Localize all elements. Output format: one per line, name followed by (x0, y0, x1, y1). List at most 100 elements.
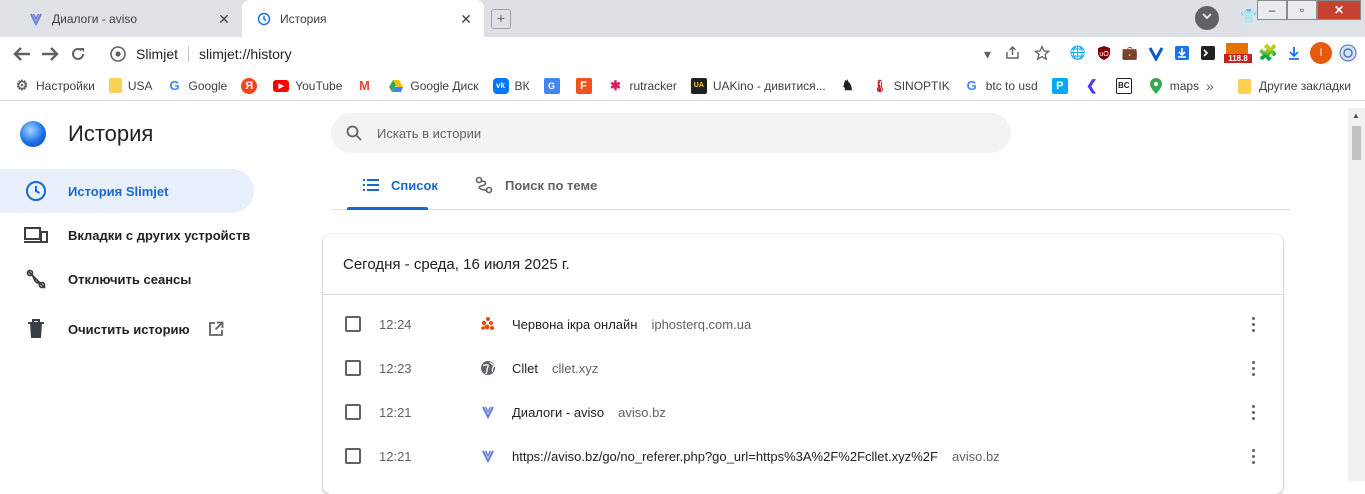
entry-checkbox[interactable] (345, 448, 361, 464)
entry-domain: aviso.bz (618, 404, 666, 420)
bookmark-btc-to-usd[interactable]: Gbtc to usd (964, 78, 1038, 94)
entry-domain: aviso.bz (951, 448, 1000, 464)
bookmark-translate[interactable]: G (543, 77, 566, 94)
close-window-button[interactable]: ✕ (1317, 0, 1361, 20)
address-bar[interactable]: Slimjet slimjet://history ▾ (100, 39, 1058, 69)
page-scrollbar[interactable]: ▲ (1348, 108, 1365, 481)
entry-link[interactable]: https://aviso.bz/go/no_referer.php?go_ur… (512, 449, 1000, 464)
search-input[interactable] (377, 125, 977, 141)
bookmark-vk[interactable]: vk ВК (492, 77, 530, 94)
reload-icon (72, 47, 84, 60)
history-entry[interactable]: 12:21 Диалоги - aviso aviso.bz (323, 390, 1283, 434)
sidebar-item-clear-history[interactable]: Очистить историю (0, 307, 254, 351)
minimize-button[interactable]: – (1257, 0, 1287, 20)
bookmark-sinoptik[interactable]: 🌡 SINOPTIK (872, 78, 950, 94)
yandex-icon: Я (241, 77, 258, 94)
entry-checkbox[interactable] (345, 404, 361, 420)
entry-link[interactable]: Диалоги - aviso aviso.bz (512, 405, 666, 420)
bookmark-rutracker[interactable]: ✱ rutracker (608, 78, 677, 94)
new-tab-button[interactable]: + (491, 9, 511, 29)
star-icon[interactable] (1033, 44, 1051, 64)
history-entry[interactable]: 12:24 Червона ікра онлайн iphosterq.com.u… (323, 302, 1283, 346)
bc-icon: BC (1115, 77, 1132, 94)
terminal-ext-icon[interactable] (1198, 43, 1218, 63)
bookmark-google-drive[interactable]: Google Диск (388, 78, 479, 94)
bookmark-maps[interactable]: maps (1148, 77, 1199, 94)
profile-avatar[interactable]: I (1310, 42, 1332, 64)
more-actions-button[interactable] (1243, 312, 1263, 336)
tab-history[interactable]: История ✕ (242, 0, 484, 37)
more-actions-button[interactable] (1243, 356, 1263, 380)
theme-shirt-icon[interactable]: 👕 (1240, 8, 1257, 25)
puzzle-icon[interactable]: 🧩 (1258, 43, 1278, 63)
close-icon[interactable]: ✕ (458, 11, 474, 27)
sidebar-item-other-devices[interactable]: Вкладки с других устройств (0, 213, 254, 257)
close-icon[interactable]: ✕ (216, 11, 232, 27)
p-icon: P (1051, 77, 1068, 94)
download-ext-icon[interactable] (1172, 43, 1192, 63)
sidebar-item-disable-journeys[interactable]: Отключить сеансы (0, 257, 254, 301)
bookmark-settings[interactable]: ⚙ Настройки (14, 77, 95, 94)
bookmark-google[interactable]: G Google (167, 78, 227, 94)
bookmark-chess[interactable]: ♞ (840, 77, 862, 94)
bookmark-arrow[interactable]: ❮ (1084, 77, 1106, 94)
tab-list[interactable]: Список (347, 161, 454, 209)
bookmark-label: YouTube (295, 78, 343, 93)
entry-title: https://aviso.bz/go/no_referer.php?go_ur… (512, 448, 938, 464)
scrollbar-thumb[interactable] (1352, 126, 1361, 160)
tab-title: Диалоги - aviso (52, 11, 138, 26)
other-bookmarks[interactable]: Другие закладки (1238, 71, 1351, 101)
forward-button[interactable] (36, 40, 64, 68)
aviso-icon (479, 447, 497, 465)
tab-label: Поиск по теме (505, 177, 598, 193)
v-ext-icon[interactable] (1146, 43, 1166, 63)
external-link-icon (208, 320, 226, 338)
entry-checkbox[interactable] (345, 316, 361, 332)
folder-icon (108, 78, 122, 93)
history-day-card: Сегодня - среда, 16 июля 2025 г. 12:24 Ч… (323, 234, 1283, 494)
bookmark-f[interactable]: F (575, 77, 598, 94)
entry-link[interactable]: Червона ікра онлайн iphosterq.com.ua (512, 317, 751, 332)
globe-ext-icon[interactable]: 🌐 (1068, 43, 1088, 63)
maximize-button[interactable]: ▫ (1287, 0, 1317, 20)
gmail-icon: M (358, 78, 370, 93)
dropdown-icon[interactable]: ▾ (984, 46, 991, 63)
bookmark-gmail[interactable]: M (356, 78, 378, 94)
more-actions-button[interactable] (1243, 400, 1263, 424)
briefcase-icon[interactable]: 💼 (1120, 43, 1140, 63)
back-button[interactable] (8, 40, 36, 68)
reload-button[interactable] (64, 40, 92, 68)
uakino-icon: UA (690, 77, 707, 94)
bookmark-uakino[interactable]: UA UAKino - дивитися... (690, 77, 826, 94)
bookmark-yandex[interactable]: Я (241, 77, 263, 94)
scroll-up-arrow-icon[interactable]: ▲ (1352, 111, 1360, 120)
thermometer-icon: 🌡 (872, 78, 888, 93)
more-actions-button[interactable] (1243, 444, 1263, 468)
history-search[interactable] (331, 113, 1011, 153)
bookmark-bc[interactable]: BC (1115, 77, 1138, 94)
ublock-icon[interactable]: uO (1094, 43, 1114, 63)
bookmark-p[interactable]: P (1051, 77, 1074, 94)
entry-link[interactable]: Cllet cllet.xyz (512, 361, 598, 376)
share-icon[interactable] (1005, 45, 1020, 63)
bookmarks-overflow-button[interactable]: » (1206, 78, 1214, 94)
bookmark-usa[interactable]: USA (108, 78, 153, 93)
entry-title: Диалоги - aviso (512, 404, 605, 420)
settings-globe-icon[interactable] (1338, 43, 1358, 63)
history-entry[interactable]: 12:21 https://aviso.bz/go/no_referer.php… (323, 434, 1283, 478)
extension-badge-text: 118.8 (1228, 54, 1248, 63)
url-text[interactable]: slimjet://history (199, 46, 292, 62)
bookmark-youtube[interactable]: ▶ YouTube (273, 79, 342, 93)
downloads-icon[interactable] (1284, 43, 1304, 63)
tab-aviso[interactable]: Диалоги - aviso ✕ (14, 0, 242, 37)
tab-journeys[interactable]: Поиск по теме (459, 161, 613, 209)
entry-checkbox[interactable] (345, 360, 361, 376)
bookmarks-bar: ⚙ Настройки USA G Google Я ▶ YouTube M Goog… (0, 71, 1365, 101)
history-entry[interactable]: 12:23 Cllet cllet.xyz (323, 346, 1283, 390)
site-name: Slimjet (136, 46, 179, 62)
tab-search-button[interactable] (1195, 6, 1219, 30)
counter-badge-icon[interactable]: 118.8 (1224, 43, 1252, 63)
sidebar-item-history[interactable]: История Slimjet (0, 169, 254, 213)
tab-title: История (280, 11, 327, 26)
list-icon (363, 179, 379, 191)
